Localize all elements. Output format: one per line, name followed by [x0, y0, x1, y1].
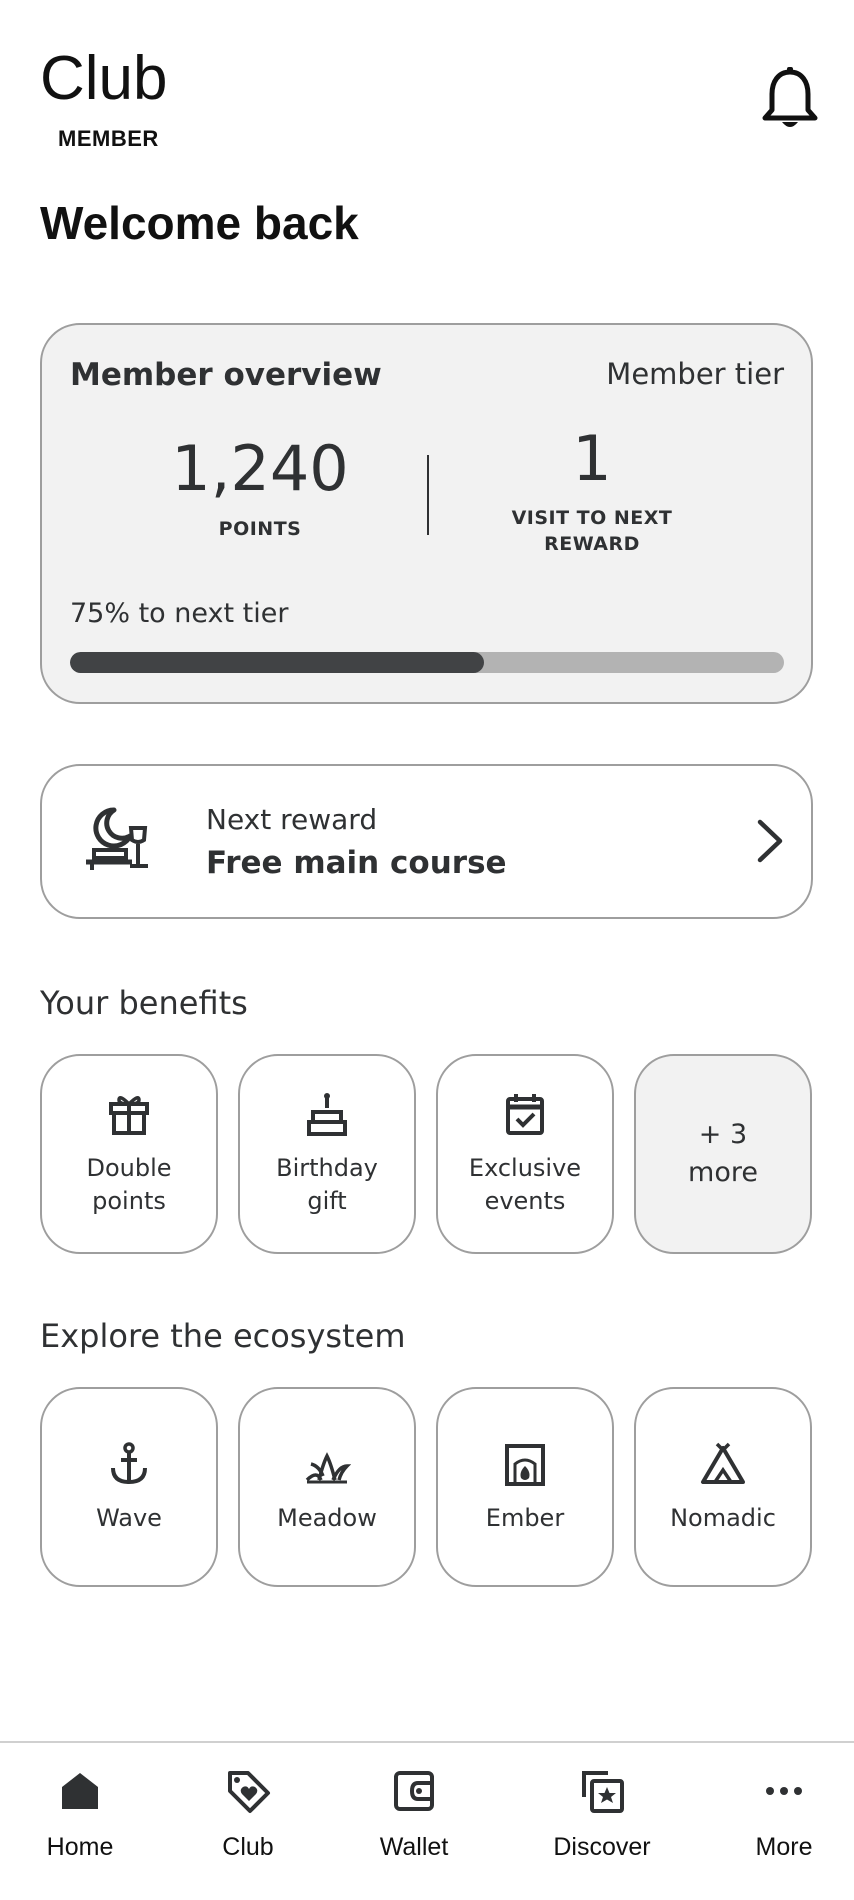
next-reward-value: Free main course	[206, 845, 507, 881]
anchor-icon	[111, 1441, 147, 1484]
next-reward-card[interactable]	[40, 764, 813, 919]
nav-label: Wallet	[379, 1833, 449, 1861]
brand-title: Club	[40, 44, 168, 113]
nav-home[interactable]: Home	[5, 1767, 155, 1862]
ecosystem-ember[interactable]: Ember	[436, 1387, 614, 1587]
benefit-more-label: + 3 more	[688, 1119, 758, 1188]
benefit-birthday-gift[interactable]: Birthday gift	[238, 1054, 416, 1254]
calendar-check-icon	[506, 1094, 544, 1135]
nav-discover[interactable]: Discover	[527, 1767, 677, 1862]
dinner-icon	[86, 807, 148, 870]
benefit-label: Birthday gift	[276, 1154, 378, 1215]
nav-label: Home	[46, 1833, 114, 1861]
benefits-more-button[interactable]: + 3 more	[634, 1054, 812, 1254]
benefit-label: Exclusive events	[468, 1154, 582, 1215]
stat-divider	[427, 455, 429, 535]
ecosystem-label: Meadow	[277, 1503, 377, 1532]
overview-title: Member overview	[70, 357, 382, 393]
more-dots-icon	[766, 1787, 802, 1795]
nav-club[interactable]: Club	[173, 1767, 323, 1862]
ecosystem-meadow[interactable]: Meadow	[238, 1387, 416, 1587]
tier-progress-bar	[70, 652, 784, 673]
tag-heart-icon	[228, 1771, 270, 1813]
visits-value: 1	[572, 422, 612, 495]
visits-label: VISIT TO NEXT REWARD	[511, 507, 673, 555]
member-tier-label: Member tier	[606, 357, 784, 391]
tier-progress-fill	[70, 652, 485, 673]
welcome-heading: Welcome back	[40, 197, 359, 249]
benefit-label: Double points	[86, 1154, 172, 1215]
cake-icon	[307, 1093, 347, 1136]
ecosystem-label: Wave	[96, 1503, 162, 1532]
ecosystem-label: Ember	[485, 1503, 565, 1532]
tent-icon	[701, 1442, 745, 1484]
nav-label: Club	[222, 1833, 274, 1861]
gift-icon	[109, 1096, 149, 1135]
bottom-nav: Home Club Wallet Discover More	[0, 1741, 854, 1900]
tier-progress-text: 75% to next tier	[70, 598, 289, 629]
discover-icon	[582, 1771, 624, 1813]
home-icon	[62, 1773, 98, 1809]
next-reward-label: Next reward	[206, 803, 378, 836]
brand-subtitle: MEMBER	[58, 126, 159, 151]
ecosystem-nomadic[interactable]: Nomadic	[634, 1387, 812, 1587]
ecosystem-label: Nomadic	[670, 1503, 776, 1532]
benefit-double-points[interactable]: Double points	[40, 1054, 218, 1254]
chevron-right-icon	[757, 819, 783, 863]
nav-label: More	[755, 1833, 813, 1861]
benefit-exclusive-events[interactable]: Exclusive events	[436, 1054, 614, 1254]
nav-more[interactable]: More	[709, 1767, 854, 1862]
benefits-title: Your benefits	[40, 984, 248, 1022]
nav-wallet[interactable]: Wallet	[339, 1767, 489, 1862]
grass-icon	[305, 1451, 351, 1483]
ecosystem-title: Explore the ecosystem	[40, 1317, 406, 1355]
fireplace-icon	[505, 1443, 545, 1486]
nav-label: Discover	[553, 1833, 651, 1861]
points-label: POINTS	[218, 518, 302, 540]
wallet-icon	[394, 1771, 434, 1811]
ecosystem-wave[interactable]: Wave	[40, 1387, 218, 1587]
bell-icon[interactable]	[760, 66, 820, 132]
points-value: 1,240	[171, 432, 349, 505]
